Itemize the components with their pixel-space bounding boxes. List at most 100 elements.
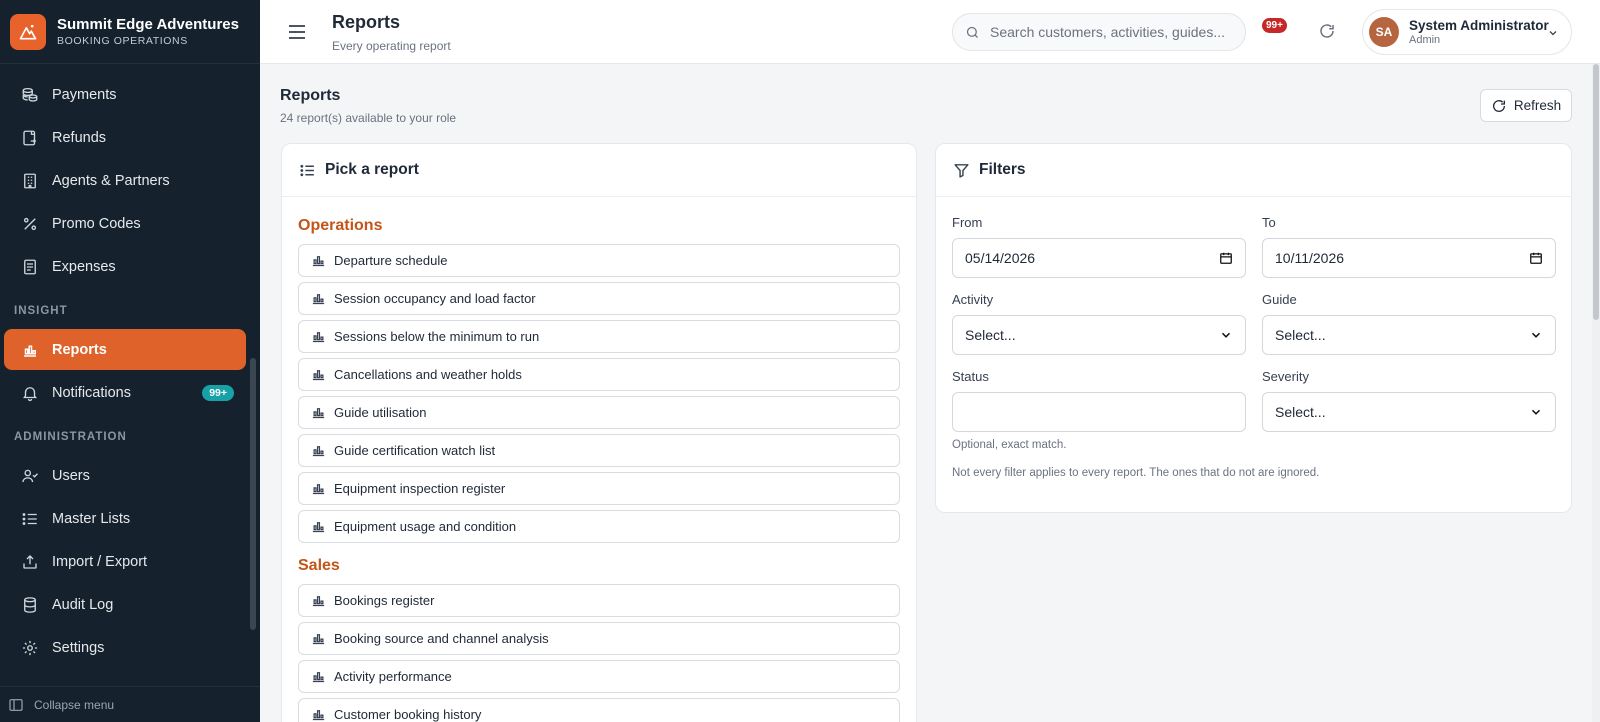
report-item[interactable]: Guide utilisation — [298, 396, 900, 429]
report-item[interactable]: Activity performance — [298, 660, 900, 693]
section-title: Reports — [280, 87, 341, 104]
status-input[interactable] — [952, 392, 1246, 432]
report-item[interactable]: Sessions below the minimum to run — [298, 320, 900, 353]
users-icon — [20, 466, 40, 486]
top-bar: Reports Every operating report 99+ SA Sy… — [260, 0, 1600, 64]
sidebar-item-import-export[interactable]: Import / Export — [4, 541, 246, 582]
from-date-input[interactable]: 05/14/2026 — [952, 238, 1246, 278]
hamburger-icon — [289, 25, 305, 39]
report-list: Departure schedule Session occupancy and … — [282, 244, 916, 543]
upload-icon — [20, 552, 40, 572]
sidebar-item-promo-codes[interactable]: Promo Codes — [4, 203, 246, 244]
sidebar-item-payments[interactable]: Payments — [4, 74, 246, 115]
to-label: To — [1262, 215, 1276, 230]
status-help-text: Optional, exact match. — [952, 439, 1067, 451]
chart-icon — [311, 631, 326, 646]
sidebar-item-label: Master Lists — [52, 510, 131, 527]
sidebar-scrollbar[interactable] — [250, 358, 256, 630]
chart-icon — [311, 593, 326, 608]
calendar-icon[interactable] — [1529, 251, 1543, 265]
report-item-label: Bookings register — [334, 593, 435, 608]
refresh-button[interactable]: Refresh — [1480, 89, 1572, 122]
report-item[interactable]: Booking source and channel analysis — [298, 622, 900, 655]
report-item[interactable]: Bookings register — [298, 584, 900, 617]
list-icon — [20, 509, 40, 529]
report-picker-card: Pick a report Operations Departure schedu… — [281, 143, 917, 722]
refund-icon — [20, 128, 40, 148]
report-item[interactable]: Guide certification watch list — [298, 434, 900, 467]
mountain-logo-icon — [10, 13, 46, 50]
report-item[interactable]: Equipment usage and condition — [298, 510, 900, 543]
activity-select[interactable]: Select... — [952, 315, 1246, 355]
sidebar-item-label: Expenses — [52, 258, 116, 275]
chart-icon — [20, 340, 40, 360]
avatar: SA — [1369, 17, 1399, 47]
report-groups: Operations Departure schedule Session occu… — [282, 217, 916, 722]
status-label: Status — [952, 369, 989, 384]
report-item[interactable]: Equipment inspection register — [298, 472, 900, 505]
chart-icon — [311, 481, 326, 496]
report-item[interactable]: Cancellations and weather holds — [298, 358, 900, 391]
user-name: System Administrator — [1409, 18, 1549, 33]
receipt-icon — [20, 257, 40, 277]
refresh-button-label: Refresh — [1513, 98, 1562, 113]
report-item-label: Departure schedule — [334, 253, 448, 268]
coins-icon — [20, 85, 40, 105]
chart-icon — [311, 291, 326, 306]
report-item-label: Customer booking history — [334, 707, 482, 722]
sidebar-item-label: Agents & Partners — [52, 172, 170, 189]
sidebar-collapse-icon — [8, 697, 24, 713]
search-input[interactable] — [990, 24, 1230, 40]
filters-body: From 05/14/2026 To 10/11/2026 Activity S… — [936, 197, 1571, 479]
report-item[interactable]: Departure schedule — [298, 244, 900, 277]
sidebar-item-expenses[interactable]: Expenses — [4, 246, 246, 287]
sidebar-item-label: Notifications — [52, 384, 131, 401]
list-icon — [299, 162, 316, 179]
building-icon — [20, 171, 40, 191]
severity-label: Severity — [1262, 369, 1309, 384]
sidebar-item-settings[interactable]: Settings — [4, 627, 246, 668]
sidebar-item-reports[interactable]: Reports — [4, 329, 246, 370]
calendar-icon[interactable] — [1219, 251, 1233, 265]
sidebar-item-users[interactable]: Users — [4, 455, 246, 496]
sidebar-item-master-lists[interactable]: Master Lists — [4, 498, 246, 539]
collapse-menu-button[interactable]: Collapse menu — [0, 686, 260, 722]
guide-select[interactable]: Select... — [1262, 315, 1556, 355]
filter-icon — [953, 162, 970, 179]
chart-icon — [311, 707, 326, 722]
to-date-input[interactable]: 10/11/2026 — [1262, 238, 1556, 278]
report-picker-header: Pick a report — [282, 144, 916, 197]
reload-button[interactable] — [1318, 22, 1336, 43]
sidebar-item-notifications[interactable]: Notifications 99+ — [4, 372, 246, 413]
bell-icon — [20, 383, 40, 403]
sidebar: Summit Edge Adventures BOOKING OPERATION… — [0, 0, 260, 722]
sidebar-item-audit-log[interactable]: Audit Log — [4, 584, 246, 625]
sidebar-item-agents-partners[interactable]: Agents & Partners — [4, 160, 246, 201]
report-item-label: Guide utilisation — [334, 405, 427, 420]
chevron-down-icon — [1547, 26, 1559, 42]
global-search[interactable] — [952, 13, 1246, 51]
brand-name: Summit Edge Adventures — [57, 16, 239, 33]
page-subtitle: Every operating report — [332, 39, 451, 53]
page-scrollbar[interactable] — [1592, 64, 1600, 722]
report-picker-title: Pick a report — [325, 161, 419, 178]
sidebar-item-label: Users — [52, 467, 90, 484]
report-item-label: Booking source and channel analysis — [334, 631, 549, 646]
collapse-menu-label: Collapse menu — [34, 697, 115, 712]
sidebar-item-refunds[interactable]: Refunds — [4, 117, 246, 158]
report-item-label: Equipment inspection register — [334, 481, 506, 496]
report-list: Bookings register Booking source and chan… — [282, 584, 916, 722]
page-scrollbar-thumb[interactable] — [1593, 64, 1599, 320]
brand: Summit Edge Adventures BOOKING OPERATION… — [0, 0, 260, 64]
notifications-button[interactable]: 99+ — [1262, 18, 1292, 44]
guide-label: Guide — [1262, 292, 1297, 307]
from-label: From — [952, 215, 983, 230]
report-item[interactable]: Customer booking history — [298, 698, 900, 722]
menu-toggle-button[interactable] — [286, 21, 308, 43]
user-menu[interactable]: SA System Administrator Admin — [1362, 9, 1572, 55]
chart-icon — [311, 253, 326, 268]
severity-select[interactable]: Select... — [1262, 392, 1556, 432]
report-item-label: Guide certification watch list — [334, 443, 496, 458]
filters-header: Filters — [936, 144, 1571, 197]
report-item[interactable]: Session occupancy and load factor — [298, 282, 900, 315]
